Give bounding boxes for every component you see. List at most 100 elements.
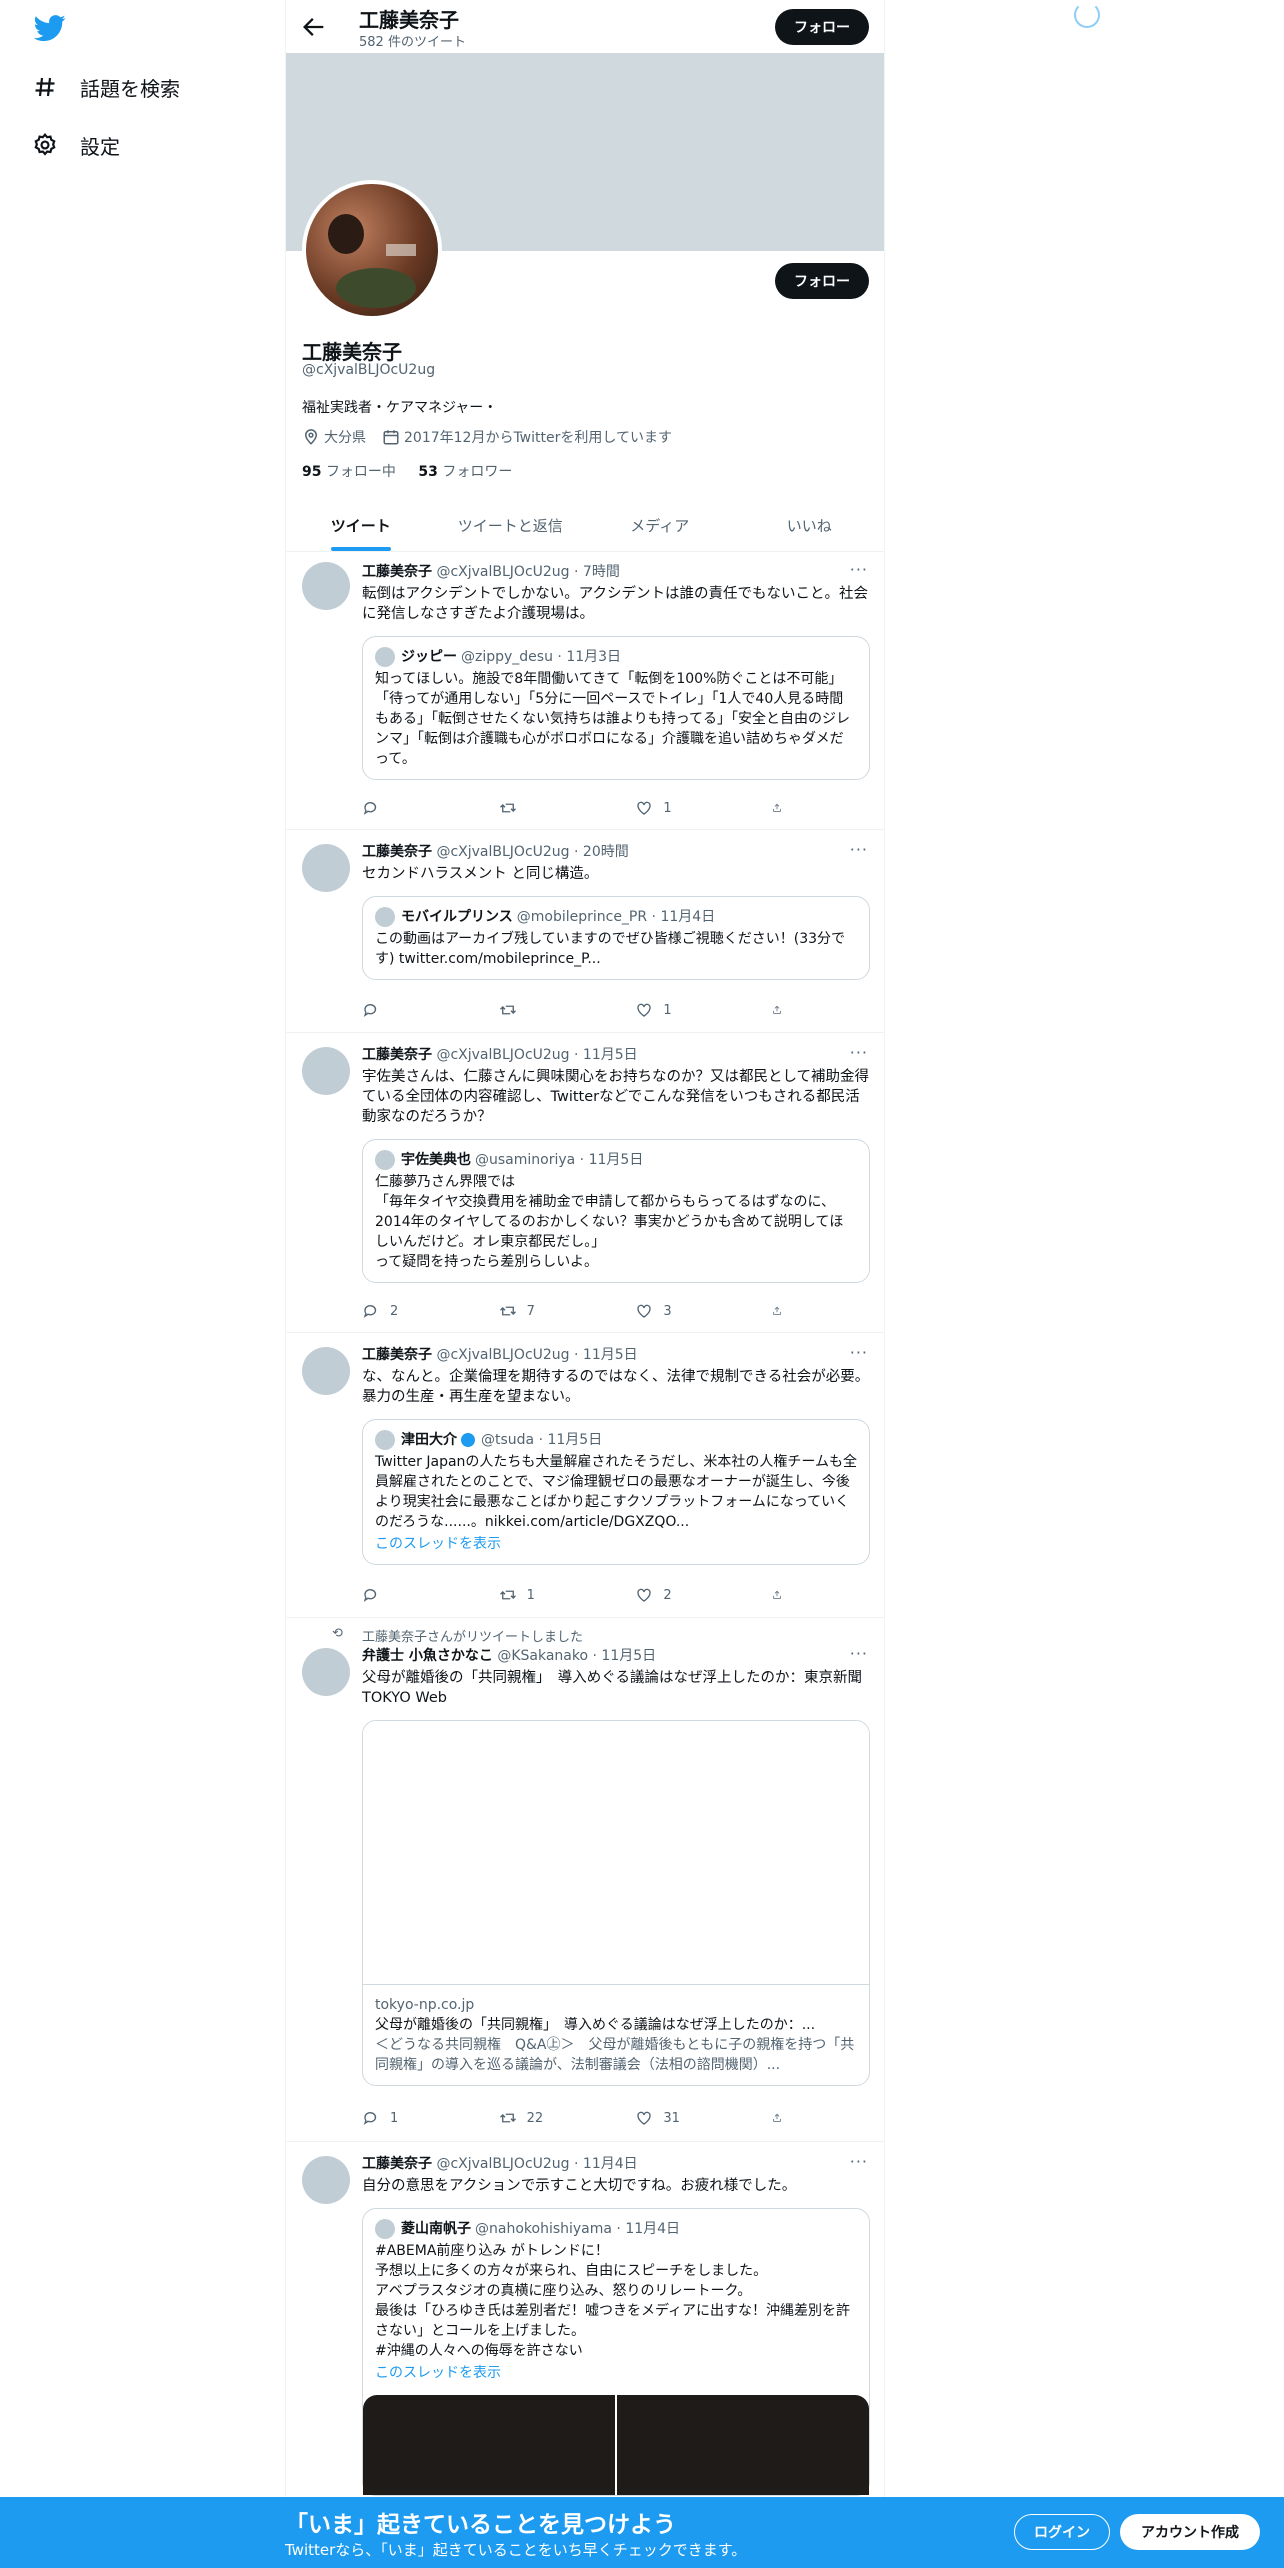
followers-link[interactable]: 53 フォロワー [418,464,512,480]
tweet-header: 工藤美奈子 @cXjvalBLJOcU2ug · 7時間 [362,564,620,580]
calendar-icon [382,428,400,446]
quote-tweet[interactable]: 宇佐美典也 @usaminoriya · 11月5日 仁藤夢乃さん界隈では 「毎年… [362,1139,870,1283]
tweet-avatar[interactable] [302,1347,350,1395]
like-button[interactable]: 1 [635,1000,735,1020]
profile-joined: 2017年12月からTwitterを利用しています [404,430,672,446]
tweet-item[interactable]: ⟲ 工藤美奈子さんがリツイートしました ··· 弁護士 小魚さかなこ @KSaka… [286,1618,884,2142]
quote-media[interactable] [363,2395,869,2495]
reply-icon [363,1004,377,1017]
quote-text: この動画はアーカイブ残していますのでぜひ皆様ご視聴ください！(33分です) tw… [375,931,846,967]
tweet-text: 宇佐美さんは、仁藤さんに興味関心をお持ちなのか？又は都民として補助金得ている全団… [362,1069,870,1125]
like-button[interactable]: 31 [635,2108,735,2128]
share-button[interactable] [772,1301,792,1321]
retweet-icon [499,1005,516,1015]
retweet-button[interactable]: 1 [499,1585,599,1605]
reply-button[interactable] [362,798,462,818]
following-link[interactable]: 95 フォロー中 [302,464,396,480]
profile-follow-stats: 95 フォロー中 53 フォロワー [302,461,512,481]
media-image[interactable] [363,2395,615,2495]
retweet-context: ⟲ 工藤美奈子さんがリツイートしました [332,1626,584,1645]
quote-text: 仁藤夢乃さん界隈では 「毎年タイヤ交換費用を補助金で申請して都からもらってるはず… [375,1174,844,1270]
reply-button[interactable]: 1 [362,2108,462,2128]
tab-likes[interactable]: いいね [735,500,885,551]
tab-tweets[interactable]: ツイート [286,500,436,551]
tweet-item[interactable]: ··· 工藤美奈子 @cXjvalBLJOcU2ug · 11月5日 な、なんと… [286,1333,884,1618]
quote-tweet[interactable]: 津田大介 @tsuda · 11月5日 Twitter Japanの人たちも大量解… [362,1419,870,1565]
tweet-text: セカンドハラスメント と同じ構造。 [362,866,599,882]
tweet-avatar[interactable] [302,2156,350,2204]
media-image[interactable] [617,2395,869,2495]
like-button[interactable]: 3 [635,1301,735,1321]
nav-explore[interactable]: 話題を検索 [30,62,180,112]
retweet-button[interactable] [499,798,599,818]
tweet-avatar[interactable] [302,1648,350,1696]
link-card[interactable]: tokyo-np.co.jp 父母が離婚後の「共同親権」 導入めぐる議論はなぜ浮… [362,1720,870,2086]
verified-badge-icon [461,1433,475,1447]
tweet-actions: 2 7 3 [362,1301,792,1321]
banner-title: 「いま」起きていることを見つけよう [285,2512,676,2538]
tweet-actions: 1 [362,1000,792,1020]
left-nav: 話題を検索 設定 [0,0,285,2568]
profile-location: 大分県 [324,430,366,446]
tweet-avatar[interactable] [302,1047,350,1095]
reply-button[interactable] [362,1585,462,1605]
gear-icon [30,130,60,160]
twitter-logo-icon[interactable] [30,12,70,44]
login-button[interactable]: ログイン [1014,2514,1110,2550]
reply-icon [363,1305,377,1318]
tweet-item[interactable]: ··· 工藤美奈子 @cXjvalBLJOcU2ug · 11月4日 自分の意思… [286,2142,884,2497]
back-arrow-icon[interactable] [300,13,328,41]
show-thread-link[interactable]: このスレッドを表示 [375,2363,857,2383]
tweet-item[interactable]: ··· 工藤美奈子 @cXjvalBLJOcU2ug · 7時間 転倒はアクシデ… [286,552,884,830]
share-icon [773,1590,781,1599]
tab-tweets-replies[interactable]: ツイートと返信 [436,500,586,551]
quote-avatar [375,647,395,667]
retweet-button[interactable] [499,1000,599,1020]
retweet-icon [499,1306,516,1316]
nav-explore-label: 話題を検索 [80,76,180,101]
reply-icon [363,802,377,815]
banner-subtitle: Twitterなら、「いま」起きていることをいち早くチェックできます。 [285,2541,747,2559]
quote-avatar [375,2219,395,2239]
share-icon [773,803,781,812]
link-card-image [363,1721,869,1985]
reply-icon [363,1589,377,1602]
share-icon [773,1306,781,1315]
show-thread-link[interactable]: このスレッドを表示 [375,1534,857,1554]
retweet-button[interactable]: 22 [499,2108,599,2128]
link-card-description: ＜どうなる共同親権 Q&A㊤＞ 父母が離婚後もともに子の親権を持つ「共同親権」の… [375,2037,855,2073]
profile-avatar[interactable] [302,180,442,320]
tweet-text: な、なんと。企業倫理を期待するのではなく、法律で規制できる社会が必要。暴力の生産… [362,1369,870,1405]
quote-tweet[interactable]: 菱山南帆子 @nahokohishiyama · 11月4日 #ABEMA前座り込… [362,2208,870,2496]
share-button[interactable] [772,798,792,818]
quote-avatar [375,1150,395,1170]
header-follow-button[interactable]: フォロー [775,9,869,45]
quote-text: #ABEMA前座り込み がトレンドに！ 予想以上に多くの方々が来られ、自由にスピ… [375,2243,851,2359]
nav-settings[interactable]: 設定 [30,120,120,170]
tweet-count: 582 件のツイート [359,35,466,50]
signup-button[interactable]: アカウント作成 [1120,2514,1260,2550]
nav-settings-label: 設定 [80,134,120,159]
tab-media[interactable]: メディア [585,500,735,551]
link-card-domain: tokyo-np.co.jp [375,1997,475,2013]
tweet-avatar[interactable] [302,562,350,610]
signup-banner: 「いま」起きていることを見つけよう Twitterなら、「いま」起きていることを… [0,2497,1284,2568]
profile-timeline: 工藤美奈子 582 件のツイート フォロー フォロー 工藤美奈子 @cXjval… [285,0,885,2568]
hashtag-icon [30,72,60,102]
tweet-actions: 1 22 31 [362,2108,792,2128]
retweet-button[interactable]: 7 [499,1301,599,1321]
like-button[interactable]: 1 [635,798,735,818]
share-button[interactable] [772,2108,792,2128]
share-icon [773,1005,781,1014]
reply-button[interactable]: 2 [362,1301,462,1321]
share-button[interactable] [772,1585,792,1605]
profile-follow-button[interactable]: フォロー [775,263,869,299]
tweet-item[interactable]: ··· 工藤美奈子 @cXjvalBLJOcU2ug · 20時間 セカンドハラ… [286,830,884,1033]
tweet-item[interactable]: ··· 工藤美奈子 @cXjvalBLJOcU2ug · 11月5日 宇佐美さん… [286,1033,884,1333]
like-button[interactable]: 2 [635,1585,735,1605]
reply-button[interactable] [362,1000,462,1020]
quote-tweet[interactable]: モバイルプリンス @mobileprince_PR · 11月4日 この動画はアー… [362,896,870,980]
tweet-avatar[interactable] [302,844,350,892]
quote-tweet[interactable]: ジッピー @zippy_desu · 11月3日 知ってほしい。施設で8年間働いて… [362,636,870,780]
share-button[interactable] [772,1000,792,1020]
